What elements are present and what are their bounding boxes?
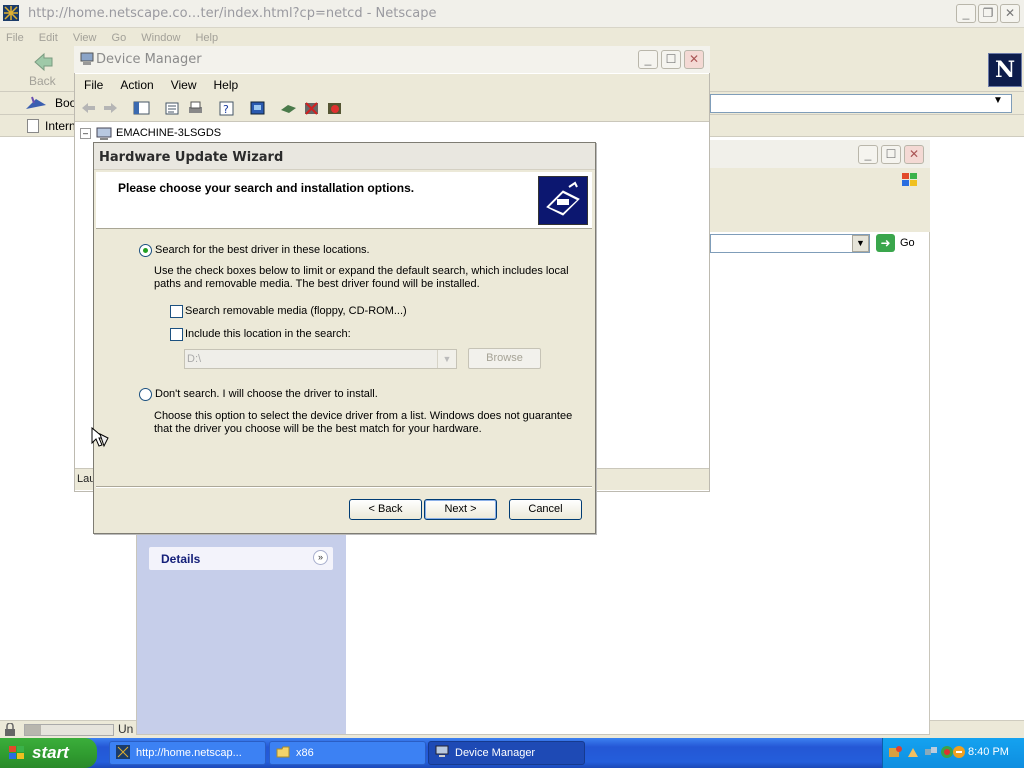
back-button-label[interactable]: Back xyxy=(29,74,56,88)
netscape-status-text: Un xyxy=(118,722,134,736)
hardware-wizard-icon xyxy=(538,176,588,225)
windows-flag-icon xyxy=(8,745,26,761)
update-tray-icon[interactable] xyxy=(952,745,966,759)
chevron-down-icon[interactable]: » xyxy=(313,550,328,565)
dm-menu-help[interactable]: Help xyxy=(214,74,239,96)
windows-logo-icon xyxy=(899,170,921,190)
computer-icon xyxy=(80,52,94,66)
computer-icon xyxy=(96,127,112,141)
dm-minimize-button[interactable]: _ xyxy=(638,50,658,69)
netscape-menu-go[interactable]: Go xyxy=(112,32,127,44)
dm-menu-view[interactable]: View xyxy=(171,74,197,96)
folder-icon xyxy=(276,745,290,759)
scan-hardware-icon[interactable] xyxy=(249,100,266,117)
busy-cursor-icon xyxy=(90,426,112,448)
hardware-tray-icon[interactable] xyxy=(888,745,902,759)
include-location-label[interactable]: Include this location in the search: xyxy=(185,328,351,340)
details-label: Details xyxy=(161,552,201,566)
disable-device-icon[interactable] xyxy=(326,100,343,117)
search-option-radio[interactable] xyxy=(139,244,152,257)
netscape-menu-view[interactable]: View xyxy=(73,32,97,44)
explorer-close-button[interactable]: ✕ xyxy=(904,145,924,164)
print-icon[interactable] xyxy=(187,100,204,117)
removable-media-label[interactable]: Search removable media (floppy, CD-ROM..… xyxy=(185,305,407,317)
uninstall-icon[interactable] xyxy=(303,100,320,117)
computer-icon xyxy=(435,745,449,759)
browse-button[interactable]: Browse xyxy=(468,348,541,369)
netscape-app-icon xyxy=(3,5,19,21)
search-option-description: Use the check boxes below to limit or ex… xyxy=(154,265,569,290)
location-combobox[interactable]: D:\ xyxy=(184,349,457,369)
dm-close-button[interactable]: ✕ xyxy=(684,50,704,69)
go-arrow-icon[interactable]: ➜ xyxy=(876,234,895,252)
page-icon xyxy=(27,119,39,133)
include-location-checkbox[interactable] xyxy=(170,328,183,341)
wizard-title: Hardware Update Wizard xyxy=(99,150,284,165)
netscape-menu-bar: File Edit View Go Window Help xyxy=(0,28,1024,48)
wizard-separator xyxy=(96,486,592,488)
update-driver-icon[interactable] xyxy=(280,100,297,117)
properties-icon[interactable] xyxy=(164,100,181,117)
explorer-maximize-button[interactable]: ☐ xyxy=(881,145,901,164)
taskbar-item-x86[interactable]: x86 xyxy=(269,741,426,765)
chevron-down-icon[interactable]: ▼ xyxy=(437,350,456,368)
dm-menu-file[interactable]: File xyxy=(84,74,103,96)
back-arrow-icon[interactable] xyxy=(80,100,97,117)
netscape-close-button[interactable]: ✕ xyxy=(1000,4,1020,23)
help-icon[interactable]: ? xyxy=(218,100,235,117)
netscape-maximize-button[interactable]: ❐ xyxy=(978,4,998,23)
netscape-menu-help[interactable]: Help xyxy=(195,32,218,44)
netscape-menu-window[interactable]: Window xyxy=(141,32,180,44)
internet-link[interactable]: Intern xyxy=(45,119,76,133)
next-button[interactable]: Next > xyxy=(424,499,497,520)
taskbar-item-device-manager[interactable]: Device Manager xyxy=(428,741,585,765)
cancel-button[interactable]: Cancel xyxy=(509,499,582,520)
bookmarks-icon[interactable] xyxy=(22,95,50,112)
dont-search-option-description: Choose this option to select the device … xyxy=(154,410,573,435)
search-option-label[interactable]: Search for the best driver in these loca… xyxy=(155,244,370,256)
clock: 8:40 PM xyxy=(968,746,1009,758)
taskbar-item-netscape[interactable]: http://home.netscap... xyxy=(109,741,266,765)
netscape-logo: N xyxy=(988,53,1022,87)
dm-maximize-button[interactable]: ☐ xyxy=(661,50,681,69)
netscape-minimize-button[interactable]: _ xyxy=(956,4,976,23)
netscape-menu-file[interactable]: File xyxy=(6,32,24,44)
netscape-menu-edit[interactable]: Edit xyxy=(39,32,58,44)
progress-bar xyxy=(24,724,114,736)
netscape-url-field[interactable] xyxy=(710,94,1012,113)
explorer-address-field[interactable] xyxy=(710,234,870,253)
removable-media-checkbox[interactable] xyxy=(170,305,183,318)
tree-collapse-toggle[interactable]: – xyxy=(80,128,91,139)
netscape-window-title: http://home.netscape.co…ter/index.html?c… xyxy=(28,6,437,21)
network-tray-icon[interactable] xyxy=(906,745,920,759)
address-dropdown-icon[interactable]: ▼ xyxy=(852,235,869,252)
show-hide-tree-icon[interactable] xyxy=(133,100,150,117)
netscape-title-bar: http://home.netscape.co…ter/index.html?c… xyxy=(0,0,1024,28)
device-manager-menu-bar: File Action View Help xyxy=(75,74,709,96)
dont-search-option-radio[interactable] xyxy=(139,388,152,401)
tree-root-computer[interactable]: EMACHINE-3LSGDS xyxy=(116,127,221,139)
explorer-minimize-button[interactable]: _ xyxy=(858,145,878,164)
back-arrow-icon[interactable] xyxy=(32,52,54,72)
back-button[interactable]: < Back xyxy=(349,499,422,520)
wizard-header-text: Please choose your search and installati… xyxy=(118,181,415,195)
device-manager-title: Device Manager xyxy=(96,52,202,67)
security-lock-icon xyxy=(3,722,17,736)
url-dropdown-arrow-icon[interactable]: ▼ xyxy=(993,95,1003,106)
forward-arrow-icon[interactable] xyxy=(102,100,119,117)
dm-menu-action[interactable]: Action xyxy=(120,74,153,96)
svg-text:?: ? xyxy=(223,103,229,116)
go-button-label[interactable]: Go xyxy=(900,237,915,249)
connection-tray-icon[interactable] xyxy=(924,745,938,759)
netscape-app-icon xyxy=(116,745,130,759)
dont-search-option-label[interactable]: Don't search. I will choose the driver t… xyxy=(155,388,378,400)
